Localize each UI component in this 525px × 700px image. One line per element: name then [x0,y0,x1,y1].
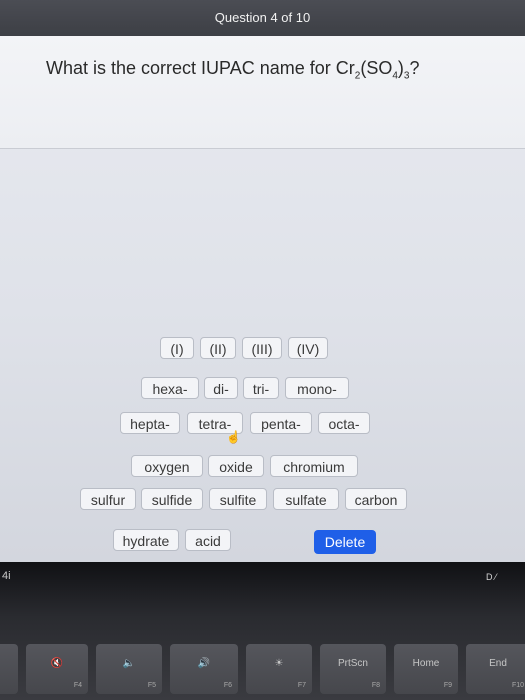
key-f8-label: F8 [371,682,380,689]
key-f6-label: F6 [223,682,232,689]
tile-sulfur[interactable]: sulfur [80,488,136,510]
tile-oxygen[interactable]: oxygen [131,455,203,477]
tile-di[interactable]: di- [204,377,238,399]
tile-sulfide[interactable]: sulfide [141,488,203,510]
question-prefix: What is the correct IUPAC name for Cr [46,58,355,78]
volume-down-icon: 🔈 [122,658,136,669]
laptop-bezel: 4i D ⁄ 🔇 F4 🔈 F5 🔊 F6 ☀ F7 PrtScn F8 Hom… [0,562,525,700]
tile-oxide[interactable]: oxide [208,455,264,477]
volume-up-icon: 🔊 [197,658,211,669]
key-f9-label: F9 [443,682,452,689]
key-f7-label: F7 [297,682,306,689]
key-f10: End F10 [466,644,525,694]
tile-acid[interactable]: acid [185,529,231,551]
tile-mono[interactable]: mono- [285,377,349,399]
key-f10-label: F10 [511,682,524,689]
tile-tri[interactable]: tri- [243,377,279,399]
key-f5: 🔈 F5 [96,644,162,694]
mute-icon: 🔇 [50,658,64,669]
tile-roman-2[interactable]: (II) [200,337,236,359]
key-f9: Home F9 [394,644,458,694]
key-f5-label: F5 [147,682,156,689]
formula-mid: (SO [360,58,393,78]
key-f6: 🔊 F6 [170,644,238,694]
tile-roman-4[interactable]: (IV) [288,337,328,359]
question-end: ? [409,58,420,78]
key-f8-main: PrtScn [337,658,368,669]
tile-roman-1[interactable]: (I) [160,337,194,359]
tile-carbon[interactable]: carbon [345,488,407,510]
tile-octa[interactable]: octa- [318,412,370,434]
key-f9-main: Home [412,658,440,669]
tile-hepta[interactable]: hepta- [120,412,180,434]
key-f8: PrtScn F8 [320,644,386,694]
tile-sulfite[interactable]: sulfite [209,488,267,510]
divider [0,148,525,149]
key-partial [0,644,18,694]
key-f10-main: End [489,658,507,669]
key-f4-label: F4 [73,682,82,689]
question-area: What is the correct IUPAC name for Cr2(S… [0,36,525,148]
delete-button[interactable]: Delete [314,530,376,554]
key-f7: ☀ F7 [246,644,312,694]
brightness-icon: ☀ [274,658,284,669]
tile-roman-3[interactable]: (III) [242,337,282,359]
app-screen: Question 4 of 10 What is the correct IUP… [0,0,525,562]
bezel-left-mark: 4i [2,570,11,582]
question-counter: Question 4 of 10 [214,10,311,25]
key-f4: 🔇 F4 [26,644,88,694]
tile-sulfate[interactable]: sulfate [273,488,339,510]
tile-hexa[interactable]: hexa- [141,377,199,399]
tile-hydrate[interactable]: hydrate [113,529,179,551]
bezel-right-mark: D ⁄ [486,572,497,582]
tile-penta[interactable]: penta- [250,412,312,434]
top-bar: Question 4 of 10 [0,0,525,36]
question-text: What is the correct IUPAC name for Cr2(S… [46,58,419,82]
tile-chromium[interactable]: chromium [270,455,358,477]
hand-cursor-icon: ☝ [226,430,241,444]
